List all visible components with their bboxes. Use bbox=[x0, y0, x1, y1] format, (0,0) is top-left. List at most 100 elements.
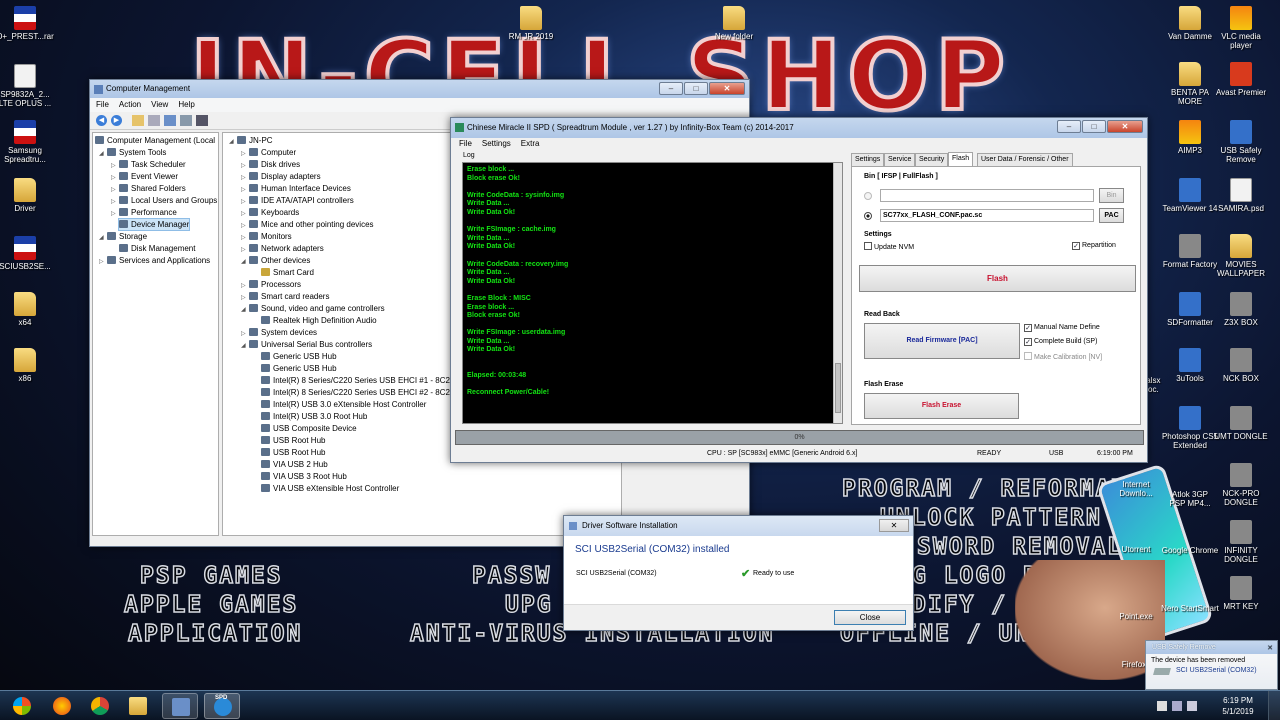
taskbar-spd[interactable]: SPD bbox=[204, 693, 240, 719]
menu-help[interactable]: Help bbox=[178, 100, 194, 110]
pac-browse-button[interactable]: PAC bbox=[1099, 208, 1124, 223]
usb-device[interactable]: VIA USB 2 Hub bbox=[261, 459, 328, 470]
menu-extra[interactable]: Extra bbox=[521, 139, 540, 149]
tab-flash[interactable]: Flash bbox=[948, 152, 974, 166]
manual-name-checkbox[interactable]: ✓ Manual Name Define bbox=[1024, 324, 1100, 332]
show-desktop-button[interactable] bbox=[1268, 691, 1280, 720]
desktop-icon-file[interactable]: SP9832A_2... LTE OPLUS ... bbox=[0, 64, 56, 108]
pac-path-field[interactable]: SC77xx_FLASH_CONF.pac.sc bbox=[880, 209, 1094, 222]
log-panel[interactable]: Erase block ... Block erase Ok! Write Code… bbox=[462, 162, 843, 424]
cm2-window[interactable]: Chinese Miracle II SPD ( Spreadtrum Modu… bbox=[450, 117, 1148, 463]
menu-action[interactable]: Action bbox=[119, 100, 141, 110]
desktop-icon-x64[interactable]: x64 bbox=[0, 292, 56, 327]
desktop-icon-sciusb[interactable]: SCIUSB2SE... bbox=[0, 236, 56, 271]
help-icon[interactable] bbox=[164, 115, 176, 126]
desktop-icon[interactable]: UMT DONGLE bbox=[1210, 406, 1272, 441]
nav-item[interactable]: ▷ Services and Applications bbox=[99, 255, 210, 268]
update-nvm-checkbox[interactable]: Update NVM bbox=[864, 242, 914, 251]
nav-item-device-manager[interactable]: Device Manager bbox=[117, 218, 191, 231]
menu-settings[interactable]: Settings bbox=[482, 139, 511, 149]
desktop-icon-rmjr[interactable]: RM JR 2019 bbox=[500, 6, 562, 41]
tab-service[interactable]: Service bbox=[884, 153, 916, 166]
menu-file[interactable]: File bbox=[459, 139, 472, 149]
usb-device[interactable]: USB Composite Device bbox=[261, 423, 357, 434]
menu-file[interactable]: File bbox=[96, 100, 109, 110]
tray-volume-icon[interactable] bbox=[1187, 701, 1197, 711]
desktop-icon[interactable]: Avast Premier bbox=[1210, 62, 1272, 97]
desktop-icon-driver[interactable]: Driver bbox=[0, 178, 56, 213]
usb-device[interactable]: Generic USB Hub bbox=[261, 351, 337, 362]
usb-device[interactable]: VIA USB eXtensible Host Controller bbox=[261, 483, 399, 494]
desktop-icon-samsung[interactable]: Samsung Spreadtru... bbox=[0, 120, 56, 164]
menu-view[interactable]: View bbox=[151, 100, 168, 110]
desktop-icon-newfolder[interactable]: New folder bbox=[703, 6, 765, 41]
read-firmware-button[interactable]: Read Firmware [PAC] bbox=[864, 323, 1020, 359]
bin-path-field[interactable] bbox=[880, 189, 1094, 202]
cm2-titlebar[interactable]: Chinese Miracle II SPD ( Spreadtrum Modu… bbox=[451, 118, 1147, 138]
complete-build-checkbox[interactable]: ✓ Complete Build (SP) bbox=[1024, 338, 1097, 346]
start-button[interactable] bbox=[4, 693, 42, 719]
pac-radio[interactable] bbox=[864, 212, 872, 220]
tab-user-data[interactable]: User Data / Forensic / Other bbox=[977, 153, 1073, 166]
desktop-icon[interactable]: VLC media player bbox=[1210, 6, 1272, 50]
usb-device[interactable]: USB Root Hub bbox=[261, 447, 325, 458]
nav-item[interactable]: Computer Management (Local bbox=[95, 135, 215, 146]
log-scrollbar[interactable] bbox=[833, 163, 842, 423]
usb-device[interactable]: Generic USB Hub bbox=[261, 363, 337, 374]
close-icon[interactable]: ✕ bbox=[1267, 642, 1273, 655]
driver-install-dialog[interactable]: Driver Software Installation ✕ SCI USB2S… bbox=[563, 515, 914, 631]
usb-device[interactable]: VIA USB 3 Root Hub bbox=[261, 471, 347, 482]
minimize-button[interactable]: – bbox=[1057, 120, 1081, 133]
bin-radio[interactable] bbox=[864, 192, 872, 200]
minimize-button[interactable]: – bbox=[659, 82, 683, 95]
maximize-button[interactable]: □ bbox=[1082, 120, 1106, 133]
desktop-icon[interactable]: INFINITY DONGLE bbox=[1210, 520, 1272, 564]
usb-device[interactable]: Intel(R) USB 3.0 eXtensible Host Control… bbox=[261, 399, 426, 410]
desktop-icon[interactable]: SAMIRA.psd bbox=[1210, 178, 1272, 213]
usb-device[interactable]: Intel(R) 8 Series/C220 Series USB EHCI #… bbox=[261, 387, 456, 398]
taskbar-firefox[interactable] bbox=[44, 693, 80, 719]
usb-device[interactable]: Intel(R) USB 3.0 Root Hub bbox=[261, 411, 367, 422]
device-item[interactable]: Smart Card bbox=[261, 267, 314, 278]
maximize-button[interactable]: □ bbox=[684, 82, 708, 95]
desktop-icon[interactable]: NCK BOX bbox=[1210, 348, 1272, 383]
nav-item[interactable]: Disk Management bbox=[119, 243, 195, 254]
tray-flag-icon[interactable] bbox=[1157, 701, 1167, 711]
device-item[interactable]: Realtek High Definition Audio bbox=[261, 315, 377, 326]
desktop-icon[interactable]: Z3X BOX bbox=[1210, 292, 1272, 327]
taskbar-computer-management[interactable] bbox=[162, 693, 198, 719]
bin-browse-button[interactable]: Bin bbox=[1099, 188, 1124, 203]
desktop-icon[interactable]: USB Safely Remove bbox=[1210, 120, 1272, 164]
cm-nav-tree[interactable]: Computer Management (Local ◢ System Tools… bbox=[92, 132, 219, 536]
up-folder-icon[interactable] bbox=[132, 115, 144, 126]
desktop-icon[interactable]: NCK-PRO DONGLE bbox=[1210, 463, 1272, 507]
close-icon[interactable]: ✕ bbox=[879, 519, 909, 532]
taskbar-explorer[interactable] bbox=[120, 693, 156, 719]
taskbar-chrome[interactable] bbox=[82, 693, 118, 719]
driver-dialog-titlebar[interactable]: Driver Software Installation ✕ bbox=[564, 516, 913, 536]
desktop-icon[interactable]: Utorrent bbox=[1108, 545, 1164, 554]
desktop-icon-rar[interactable]: O+_PREST...rar bbox=[0, 6, 56, 41]
desktop-icon[interactable]: MRT KEY bbox=[1210, 576, 1272, 611]
back-arrow-icon[interactable]: ◀ bbox=[96, 115, 107, 126]
close-button[interactable]: ✕ bbox=[709, 82, 745, 95]
desktop-icon-x86[interactable]: x86 bbox=[0, 348, 56, 383]
scrollbar-thumb[interactable] bbox=[835, 363, 841, 413]
tab-settings[interactable]: Settings bbox=[851, 153, 885, 166]
monitor-icon[interactable] bbox=[196, 115, 208, 126]
desktop-icon[interactable]: MOVIES WALLPAPER bbox=[1210, 234, 1272, 278]
flash-button[interactable]: Flash bbox=[859, 265, 1136, 292]
tab-security[interactable]: Security bbox=[915, 153, 949, 166]
usb-remove-popup[interactable]: USB Safely Remove ✕ The device has been r… bbox=[1145, 640, 1278, 690]
flash-erase-button[interactable]: Flash Erase bbox=[864, 393, 1019, 419]
close-button[interactable]: ✕ bbox=[1107, 120, 1143, 133]
show-hide-tree-icon[interactable] bbox=[148, 115, 160, 126]
forward-arrow-icon[interactable]: ▶ bbox=[111, 115, 122, 126]
desktop-icon[interactable]: Internet Downlo... bbox=[1108, 480, 1164, 498]
properties-icon[interactable] bbox=[180, 115, 192, 126]
repartition-checkbox[interactable]: ✓ Repartition bbox=[1072, 242, 1116, 250]
tray-clock[interactable]: 6:19 PM 5/1/2019 bbox=[1218, 695, 1258, 717]
cm-titlebar[interactable]: Computer Management – □ ✕ bbox=[90, 80, 749, 98]
driver-close-button[interactable]: Close bbox=[834, 610, 906, 625]
desktop-icon[interactable]: Point.exe bbox=[1108, 612, 1164, 621]
